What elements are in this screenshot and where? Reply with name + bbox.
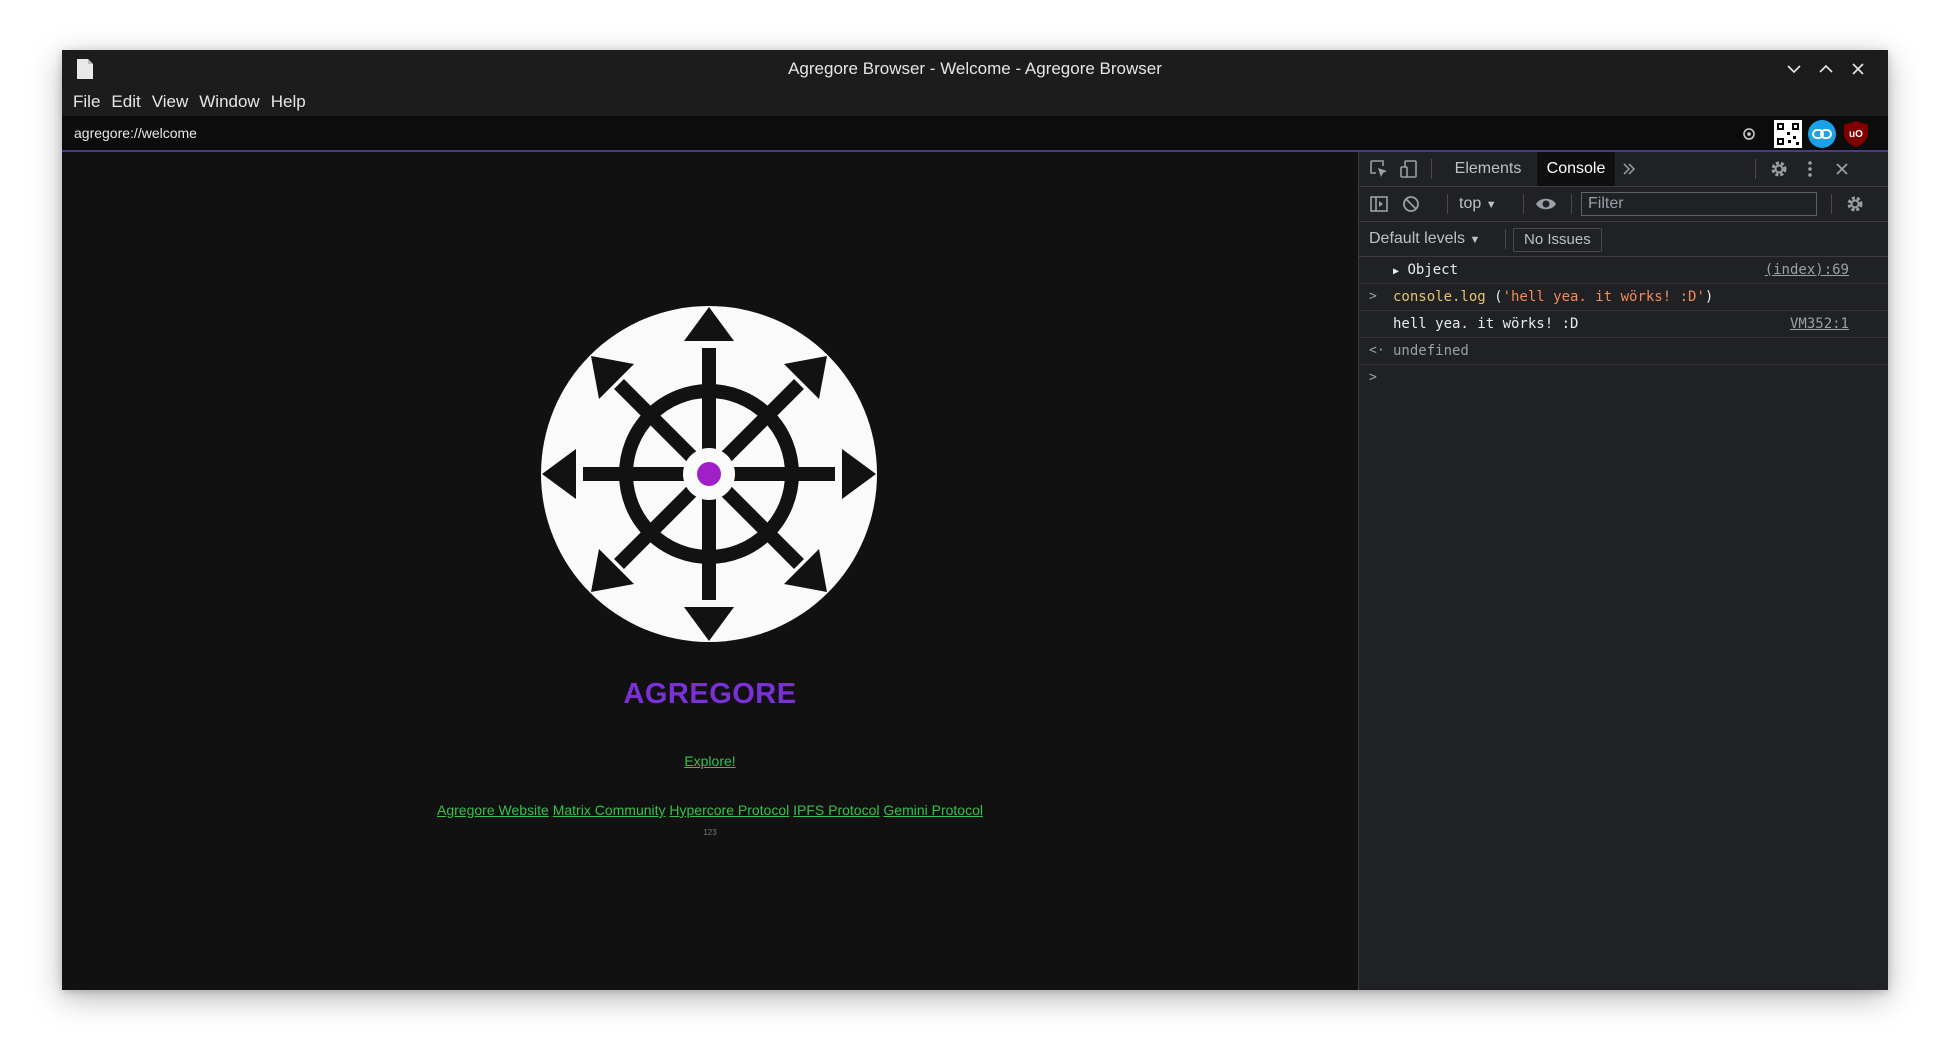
object-source-link[interactable]: (index):69 bbox=[1765, 257, 1849, 283]
more-options-icon[interactable] bbox=[1805, 159, 1815, 179]
live-expression-eye-icon[interactable] bbox=[1535, 195, 1557, 213]
log-output: hell yea. it wörks! :D bbox=[1393, 316, 1579, 332]
version-text: 123 bbox=[703, 828, 717, 837]
menu-file[interactable]: File bbox=[73, 88, 100, 116]
separator bbox=[1571, 194, 1572, 214]
menu-window[interactable]: Window bbox=[199, 88, 259, 116]
page-content: AGREGORE Explore! Agregore Website Matri… bbox=[62, 152, 1358, 990]
console-row-log: hell yea. it wörks! :D VM352:1 bbox=[1359, 311, 1888, 338]
log-levels-dropdown[interactable]: Default levels ▼ bbox=[1369, 222, 1480, 257]
device-toolbar-icon[interactable] bbox=[1399, 159, 1419, 179]
separator bbox=[1447, 194, 1448, 214]
more-tabs-icon[interactable] bbox=[1621, 161, 1637, 177]
console-row-result: <· undefined bbox=[1359, 338, 1888, 365]
menu-bar: File Edit View Window Help bbox=[62, 88, 1888, 116]
agregore-website-link[interactable]: Agregore Website bbox=[437, 802, 549, 818]
console-row-object[interactable]: ▶ Object (index):69 bbox=[1359, 257, 1888, 284]
matrix-community-link[interactable]: Matrix Community bbox=[553, 802, 666, 818]
gemini-protocol-link[interactable]: Gemini Protocol bbox=[883, 802, 983, 818]
clear-console-icon[interactable] bbox=[1401, 194, 1421, 214]
brand-title: AGREGORE bbox=[623, 678, 797, 710]
console-command: console.log ('hell yea. it wörks! :D') bbox=[1393, 289, 1714, 305]
return-value: undefined bbox=[1393, 343, 1469, 359]
explore-section: Explore! bbox=[62, 753, 1358, 769]
minimize-button[interactable] bbox=[1784, 59, 1804, 79]
log-source-link[interactable]: VM352:1 bbox=[1790, 311, 1849, 337]
hypercore-protocol-link[interactable]: Hypercore Protocol bbox=[669, 802, 789, 818]
issues-button[interactable]: No Issues bbox=[1513, 228, 1602, 252]
explore-link[interactable]: Explore! bbox=[684, 753, 735, 769]
object-entry[interactable]: ▶ Object bbox=[1393, 257, 1458, 285]
devtools-panel: Elements Console top ▼ Filter Default le… bbox=[1358, 152, 1888, 990]
separator bbox=[1831, 194, 1832, 214]
object-label: Object bbox=[1407, 262, 1459, 278]
result-arrow-icon: <· bbox=[1369, 343, 1385, 358]
close-devtools-icon[interactable] bbox=[1833, 160, 1851, 178]
separator bbox=[1505, 229, 1506, 249]
url-bar[interactable]: agregore://welcome uO bbox=[62, 116, 1888, 152]
settings-small-icon[interactable] bbox=[1742, 127, 1756, 141]
console-prompt-row[interactable]: > bbox=[1359, 365, 1888, 391]
separator bbox=[1431, 159, 1432, 179]
expand-triangle-icon: ▶ bbox=[1393, 266, 1400, 277]
context-selector[interactable]: top ▼ bbox=[1459, 187, 1497, 222]
command-argument: 'hell yea. it wörks! :D' bbox=[1502, 289, 1705, 305]
menu-help[interactable]: Help bbox=[271, 88, 306, 116]
separator bbox=[1523, 194, 1524, 214]
console-toolbar: top ▼ Filter bbox=[1359, 187, 1888, 222]
url-text[interactable]: agregore://welcome bbox=[74, 116, 197, 150]
svg-text:uO: uO bbox=[1849, 129, 1863, 140]
close-window-button[interactable] bbox=[1848, 59, 1868, 79]
console-settings-gear-icon[interactable] bbox=[1845, 194, 1865, 214]
inspect-element-icon[interactable] bbox=[1369, 159, 1389, 179]
chevron-down-icon: ▼ bbox=[1469, 234, 1481, 246]
window-title: Agregore Browser - Welcome - Agregore Br… bbox=[788, 59, 1162, 78]
menu-view[interactable]: View bbox=[152, 88, 189, 116]
link-extension-icon[interactable] bbox=[1808, 120, 1836, 148]
filter-input[interactable]: Filter bbox=[1581, 192, 1817, 216]
input-chevron-icon: > bbox=[1369, 289, 1377, 304]
context-label: top bbox=[1459, 195, 1482, 212]
chevron-down-icon: ▼ bbox=[1485, 199, 1497, 211]
qr-code-icon[interactable] bbox=[1774, 120, 1802, 148]
console-row-input: > console.log ('hell yea. it wörks! :D') bbox=[1359, 284, 1888, 311]
browser-window: Agregore Browser - Welcome - Agregore Br… bbox=[62, 50, 1888, 990]
console-output: ▶ Object (index):69 > console.log ('hell… bbox=[1359, 257, 1888, 391]
tab-elements[interactable]: Elements bbox=[1441, 152, 1535, 186]
ublock-origin-icon[interactable]: uO bbox=[1842, 120, 1870, 148]
settings-gear-icon[interactable] bbox=[1769, 159, 1789, 179]
menu-edit[interactable]: Edit bbox=[111, 88, 140, 116]
title-bar: Agregore Browser - Welcome - Agregore Br… bbox=[62, 50, 1888, 88]
separator bbox=[1755, 159, 1756, 179]
prompt-chevron-icon: > bbox=[1369, 370, 1377, 385]
links-row: Agregore Website Matrix Community Hyperc… bbox=[62, 802, 1358, 818]
devtools-tabbar: Elements Console bbox=[1359, 152, 1888, 187]
maximize-button[interactable] bbox=[1816, 59, 1836, 79]
log-levels-bar: Default levels ▼ No Issues bbox=[1359, 222, 1888, 257]
log-levels-label: Default levels bbox=[1369, 230, 1466, 247]
sidebar-toggle-icon[interactable] bbox=[1369, 194, 1389, 214]
ipfs-protocol-link[interactable]: IPFS Protocol bbox=[793, 802, 879, 818]
command-name: console.log bbox=[1393, 289, 1486, 305]
agregore-logo bbox=[541, 306, 877, 642]
tab-console[interactable]: Console bbox=[1537, 152, 1615, 186]
